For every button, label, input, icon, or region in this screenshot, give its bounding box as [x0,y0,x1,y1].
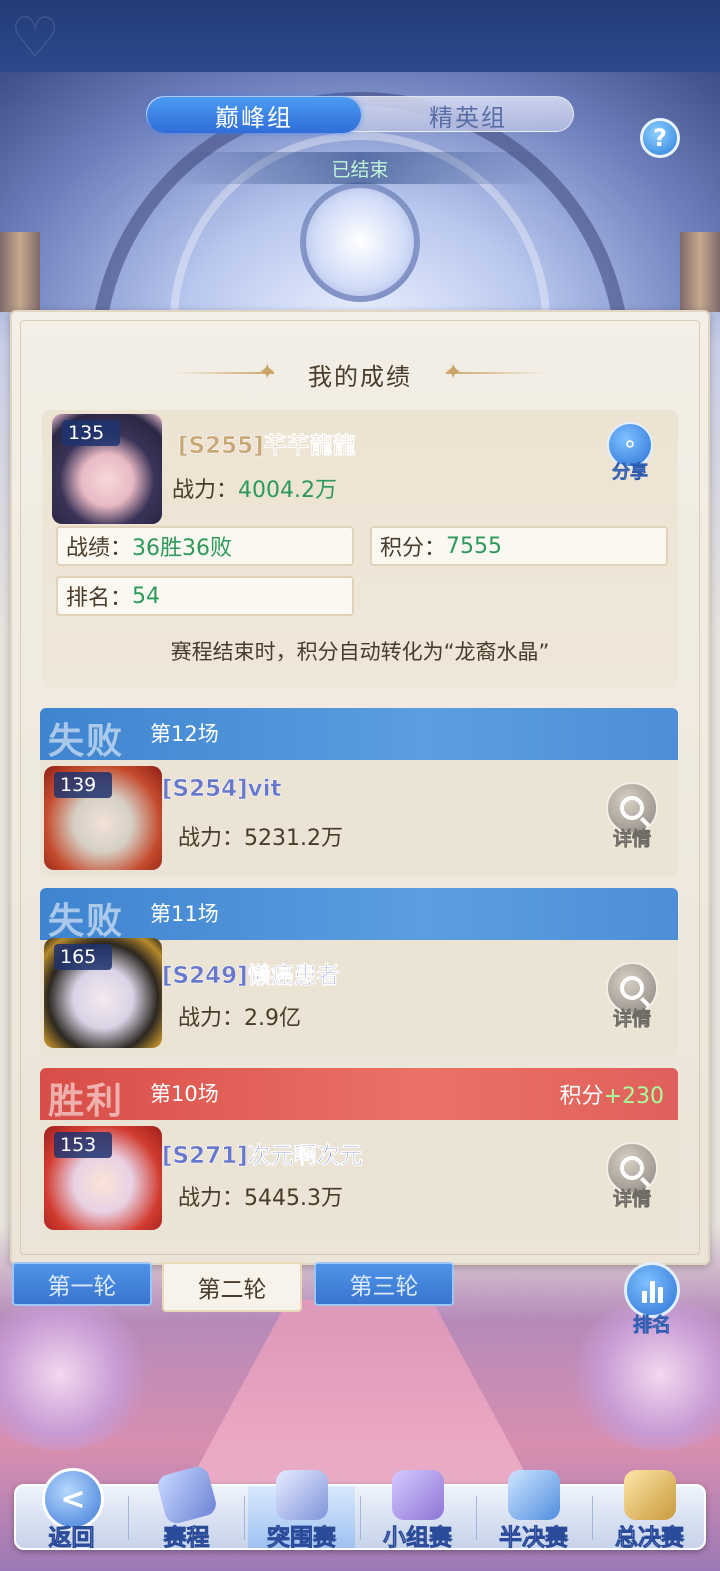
nav-schedule[interactable]: 赛程 [129,1464,244,1566]
tab-round-1[interactable]: 第一轮 [12,1262,152,1306]
match-round: 第11场 [150,902,219,926]
detail-button[interactable]: 详情 [602,782,662,854]
semifinal-icon [508,1470,560,1520]
top-banner: ♡ [0,0,720,72]
tab-peak-group[interactable]: 巅峰组 [147,97,361,133]
nav-back[interactable]: 返回 [14,1466,129,1566]
ranking-button[interactable]: 排名 [622,1262,682,1336]
rank-box: 排名： 54 [56,576,354,616]
match-round: 第12场 [150,722,219,746]
share-button[interactable]: ⚬ 分享 [604,422,656,484]
group-tabs: 巅峰组 精英组 [146,96,575,133]
heart-arrow-icon: ♡ [10,6,61,71]
match-header: 胜利 第10场 积分+230 [40,1068,678,1122]
match-header: 失败 第12场 [40,708,678,762]
group-stage-icon [392,1470,444,1520]
my-player-name: [S255]芊芊龍龍 [178,433,356,460]
my-power: 战力：4004.2万 [172,478,337,503]
detail-button[interactable]: 详情 [602,1142,662,1214]
nav-breakout[interactable]: 突围赛 [244,1466,359,1566]
my-level-badge: 135 [62,420,120,446]
breakout-icon [276,1470,328,1520]
opponent-power: 战力：5445.3万 [178,1186,343,1211]
section-title: 我的成绩 [308,362,412,391]
flower-decoration [0,1300,150,1450]
tab-round-2[interactable]: 第二轮 [162,1262,302,1312]
match-result: 胜利 [48,1080,125,1122]
status-text: 已结束 [170,152,550,184]
match-result: 失败 [48,720,125,762]
opponent-avatar[interactable]: 165 [44,938,162,1048]
detail-button[interactable]: 详情 [602,962,662,1034]
nav-semifinal[interactable]: 半决赛 [476,1466,591,1566]
rose-window [300,182,420,302]
opponent-level-badge: 139 [54,772,112,798]
tab-round-3[interactable]: 第三轮 [314,1262,454,1306]
opponent-name: [S254]vit [162,776,282,803]
opponent-avatar[interactable]: 139 [44,766,162,870]
nav-group-stage[interactable]: 小组赛 [360,1466,475,1566]
match-score: 积分+230 [559,1084,664,1109]
nav-final[interactable]: 总决赛 [592,1466,707,1566]
schedule-icon [155,1464,219,1526]
opponent-power: 战力：5231.2万 [178,826,343,851]
match-round: 第10场 [150,1082,219,1106]
match-result: 失败 [48,900,125,942]
opponent-power: 战力：2.9亿 [178,1006,302,1031]
match-header: 失败 第11场 [40,888,678,942]
final-icon [624,1470,676,1520]
tab-elite-group[interactable]: 精英组 [361,97,575,133]
my-avatar[interactable]: 135 [52,414,162,524]
opponent-name: [S271]次元啊次元 [162,1143,363,1170]
opponent-level-badge: 153 [54,1132,112,1158]
score-box: 积分： 7555 [370,526,668,566]
opponent-level-badge: 165 [54,944,112,970]
record-box: 战绩： 36胜36败 [56,526,354,566]
opponent-avatar[interactable]: 153 [44,1126,162,1230]
conversion-note: 赛程结束时，积分自动转化为“龙裔水晶” [170,640,550,664]
help-icon[interactable]: ? [640,118,680,158]
opponent-name: [S249]懒癌患者 [162,963,340,990]
